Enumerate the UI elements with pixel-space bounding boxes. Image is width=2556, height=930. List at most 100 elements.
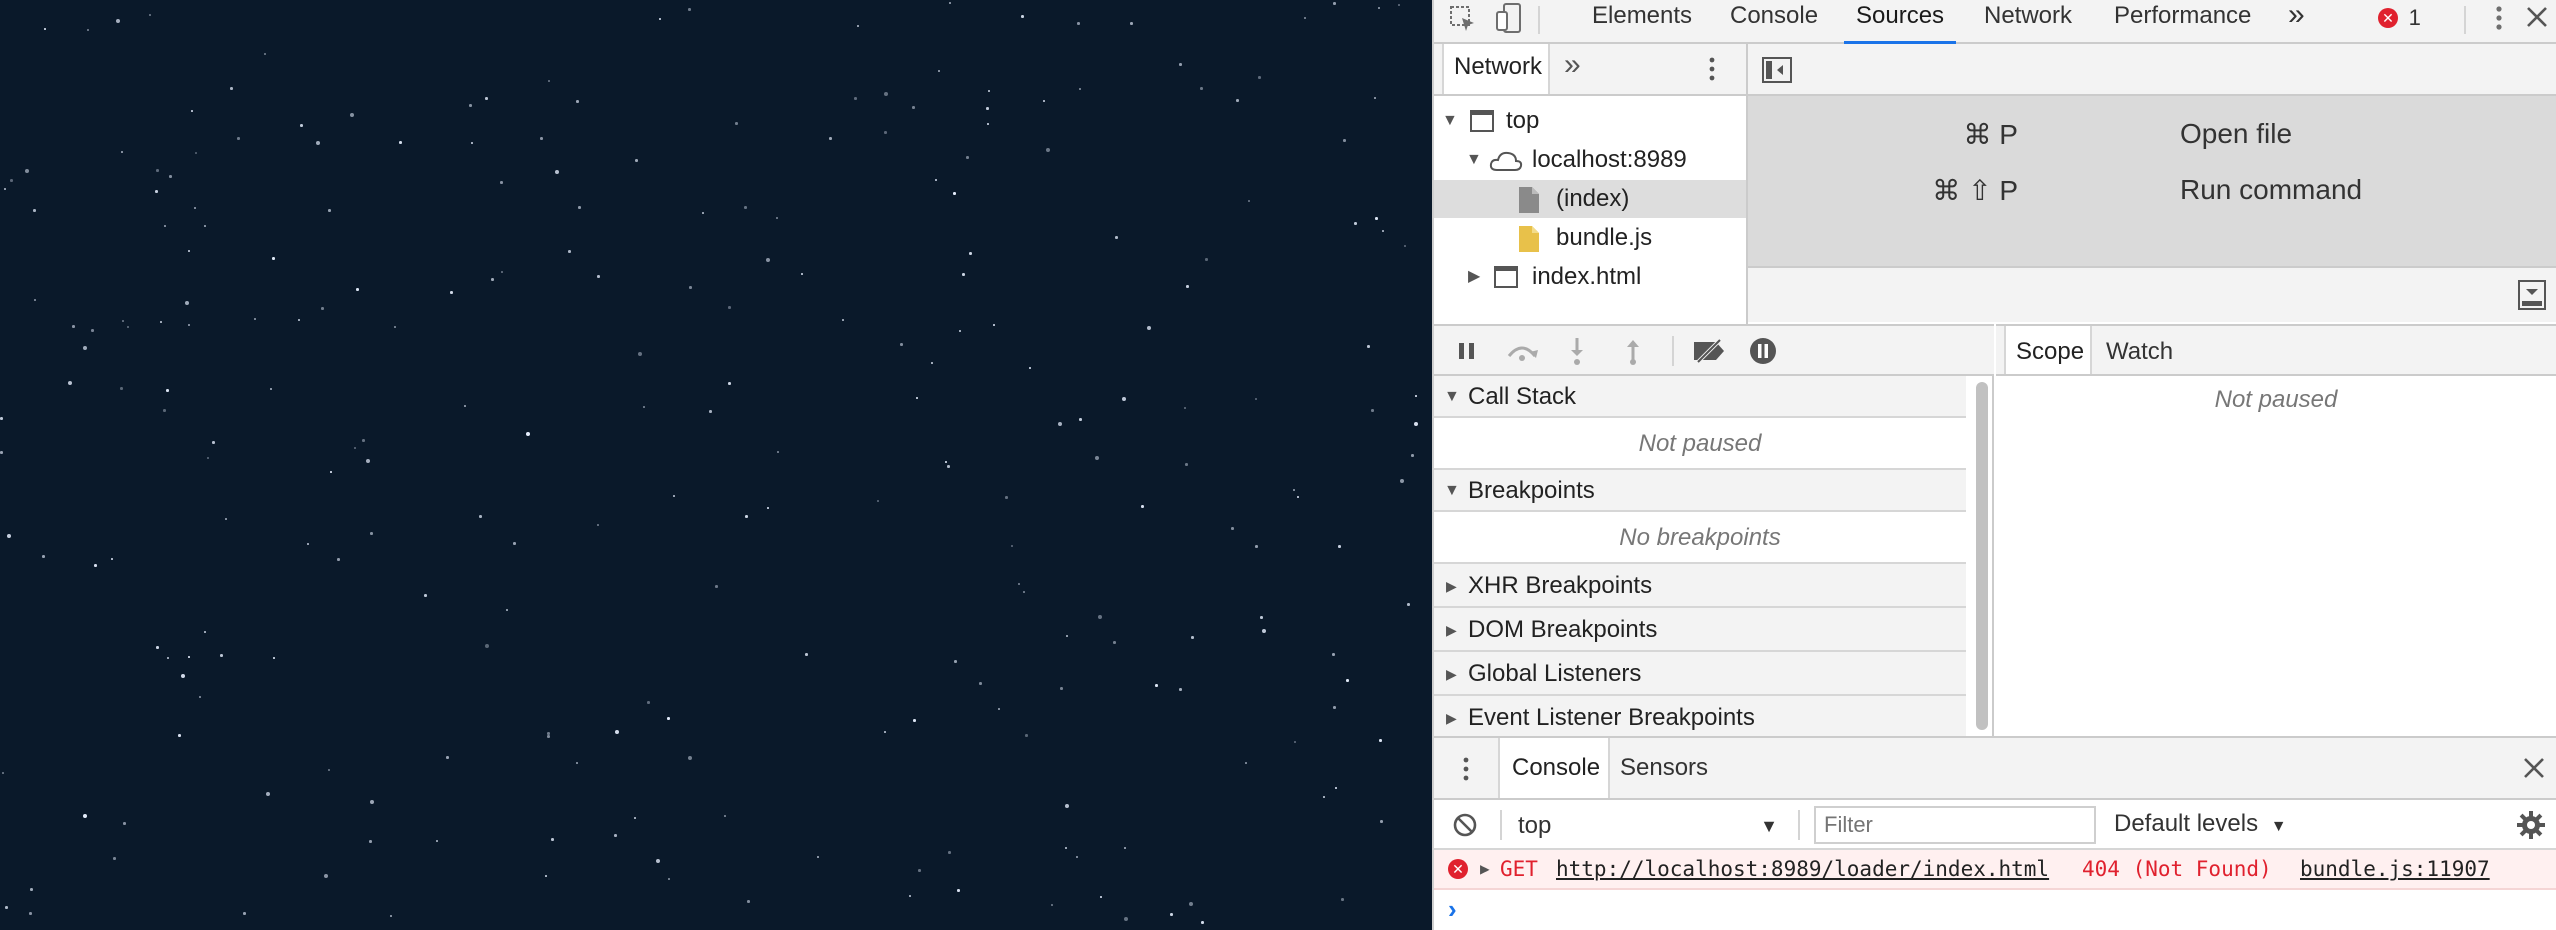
pause-icon[interactable]: [1456, 340, 1478, 362]
shortcut-open-file[interactable]: Open file: [2180, 118, 2292, 150]
star: [949, 2, 951, 4]
star: [471, 142, 473, 144]
star: [160, 321, 162, 323]
star: [167, 657, 169, 659]
star: [243, 912, 246, 915]
tab-watch[interactable]: Watch: [2106, 338, 2173, 366]
star: [1371, 409, 1374, 412]
star: [715, 585, 718, 588]
pause-on-exceptions-icon[interactable]: [1748, 336, 1778, 366]
drawer-tab-console[interactable]: Console: [1498, 738, 1610, 798]
error-counter[interactable]: ✕ 1: [2378, 2, 2421, 36]
tab-console[interactable]: Console: [1730, 0, 1818, 42]
step-over-icon[interactable]: [1504, 338, 1540, 364]
editor-empty-state: ⌘ P Open file ⌘ ⇧ P Run command: [1748, 96, 2556, 266]
star-canvas[interactable]: [0, 0, 1432, 930]
step-out-icon[interactable]: [1622, 336, 1644, 366]
close-devtools-icon[interactable]: [2522, 2, 2552, 36]
sidebar-scrollbar[interactable]: [1976, 382, 1988, 730]
star: [298, 319, 300, 321]
devtools-panel: Elements Console Sources Network Perform…: [1432, 0, 2556, 930]
error-method: GET: [1500, 857, 1538, 881]
console-filter-input[interactable]: [1814, 806, 2096, 844]
star: [1130, 22, 1133, 25]
call-stack-header[interactable]: ▼ Call Stack: [1434, 376, 1966, 418]
star: [300, 124, 303, 127]
step-into-icon[interactable]: [1566, 336, 1588, 366]
star: [1025, 734, 1028, 737]
star: [87, 29, 89, 31]
toggle-navigator-icon[interactable]: [1762, 57, 1792, 83]
clear-console-icon[interactable]: [1452, 812, 1478, 838]
close-drawer-icon[interactable]: [2520, 754, 2548, 782]
tab-sources[interactable]: Sources: [1843, 0, 1957, 44]
star: [169, 175, 172, 178]
global-listeners-header[interactable]: ▶ Global Listeners: [1434, 652, 1966, 696]
more-tabs-button[interactable]: »: [2288, 0, 2305, 42]
star: [724, 815, 726, 817]
tree-item-bundle[interactable]: bundle.js: [1434, 219, 1746, 257]
star: [370, 800, 374, 804]
console-error-message[interactable]: ✕ ▶ GET http://localhost:8989/loader/ind…: [1434, 850, 2556, 890]
star: [1079, 88, 1081, 90]
tree-item-index-html[interactable]: ▶ index.html: [1434, 258, 1746, 296]
tab-network[interactable]: Network: [1984, 0, 2072, 42]
star: [966, 156, 969, 159]
tab-elements[interactable]: Elements: [1592, 0, 1692, 42]
star: [1367, 345, 1370, 348]
star: [801, 273, 803, 275]
star: [5, 906, 8, 909]
star: [156, 646, 159, 649]
tab-performance[interactable]: Performance: [2114, 0, 2251, 42]
star: [207, 457, 209, 459]
drawer-tab-sensors[interactable]: Sensors: [1620, 754, 1708, 782]
star: [446, 756, 449, 759]
scope-tabbar: Scope Watch: [1996, 324, 2556, 376]
star: [34, 299, 36, 301]
console-settings-icon[interactable]: [2516, 810, 2546, 840]
error-url-link[interactable]: http://localhost:8989/loader/index.html: [1556, 850, 2049, 888]
error-source-link[interactable]: bundle.js:11907: [2300, 850, 2490, 888]
tree-item-host[interactable]: ▼ localhost:8989: [1434, 141, 1746, 179]
tab-scope[interactable]: Scope: [2004, 326, 2092, 374]
star: [254, 318, 256, 320]
star: [993, 324, 995, 326]
drawer-menu-icon[interactable]: [1458, 754, 1474, 784]
star: [776, 217, 778, 219]
breakpoints-header[interactable]: ▼ Breakpoints: [1434, 470, 1966, 512]
kebab-menu-icon[interactable]: [2484, 2, 2514, 36]
star: [957, 889, 960, 892]
star: [931, 362, 933, 364]
inspect-element-icon[interactable]: [1448, 4, 1478, 34]
tree-item-index[interactable]: (index): [1434, 180, 1746, 218]
deactivate-breakpoints-icon[interactable]: [1690, 338, 1730, 364]
star: [191, 110, 193, 112]
star: [1079, 418, 1082, 421]
tree-item-top[interactable]: ▼ top: [1434, 102, 1746, 140]
expand-arrow-icon[interactable]: ▶: [1480, 850, 1490, 888]
console-prompt[interactable]: ›: [1434, 890, 2556, 930]
navigator-more-button[interactable]: »: [1564, 48, 1581, 82]
star: [1141, 505, 1144, 508]
star: [188, 656, 190, 658]
toggle-debugger-icon[interactable]: [2518, 280, 2546, 310]
navigator-tab-network[interactable]: Network: [1442, 44, 1550, 94]
star: [576, 762, 578, 764]
star: [122, 320, 124, 322]
star: [72, 325, 75, 328]
star: [1021, 15, 1024, 18]
log-levels-dropdown[interactable]: Default levels ▼: [2114, 810, 2287, 838]
log-levels-value: Default levels: [2114, 810, 2259, 837]
section-title: Call Stack: [1468, 383, 1577, 410]
xhr-breakpoints-header[interactable]: ▶ XHR Breakpoints: [1434, 564, 1966, 608]
context-selector[interactable]: top ▼: [1518, 808, 1778, 842]
star: [1304, 17, 1306, 19]
shortcut-run-command[interactable]: Run command: [2180, 174, 2362, 206]
dom-breakpoints-header[interactable]: ▶ DOM Breakpoints: [1434, 608, 1966, 652]
star: [702, 212, 704, 214]
device-toolbar-icon[interactable]: [1494, 2, 1524, 36]
star: [1346, 679, 1349, 682]
navigator-menu-icon[interactable]: [1700, 54, 1724, 84]
event-listener-breakpoints-header[interactable]: ▶ Event Listener Breakpoints: [1434, 696, 1966, 736]
star: [638, 352, 642, 356]
